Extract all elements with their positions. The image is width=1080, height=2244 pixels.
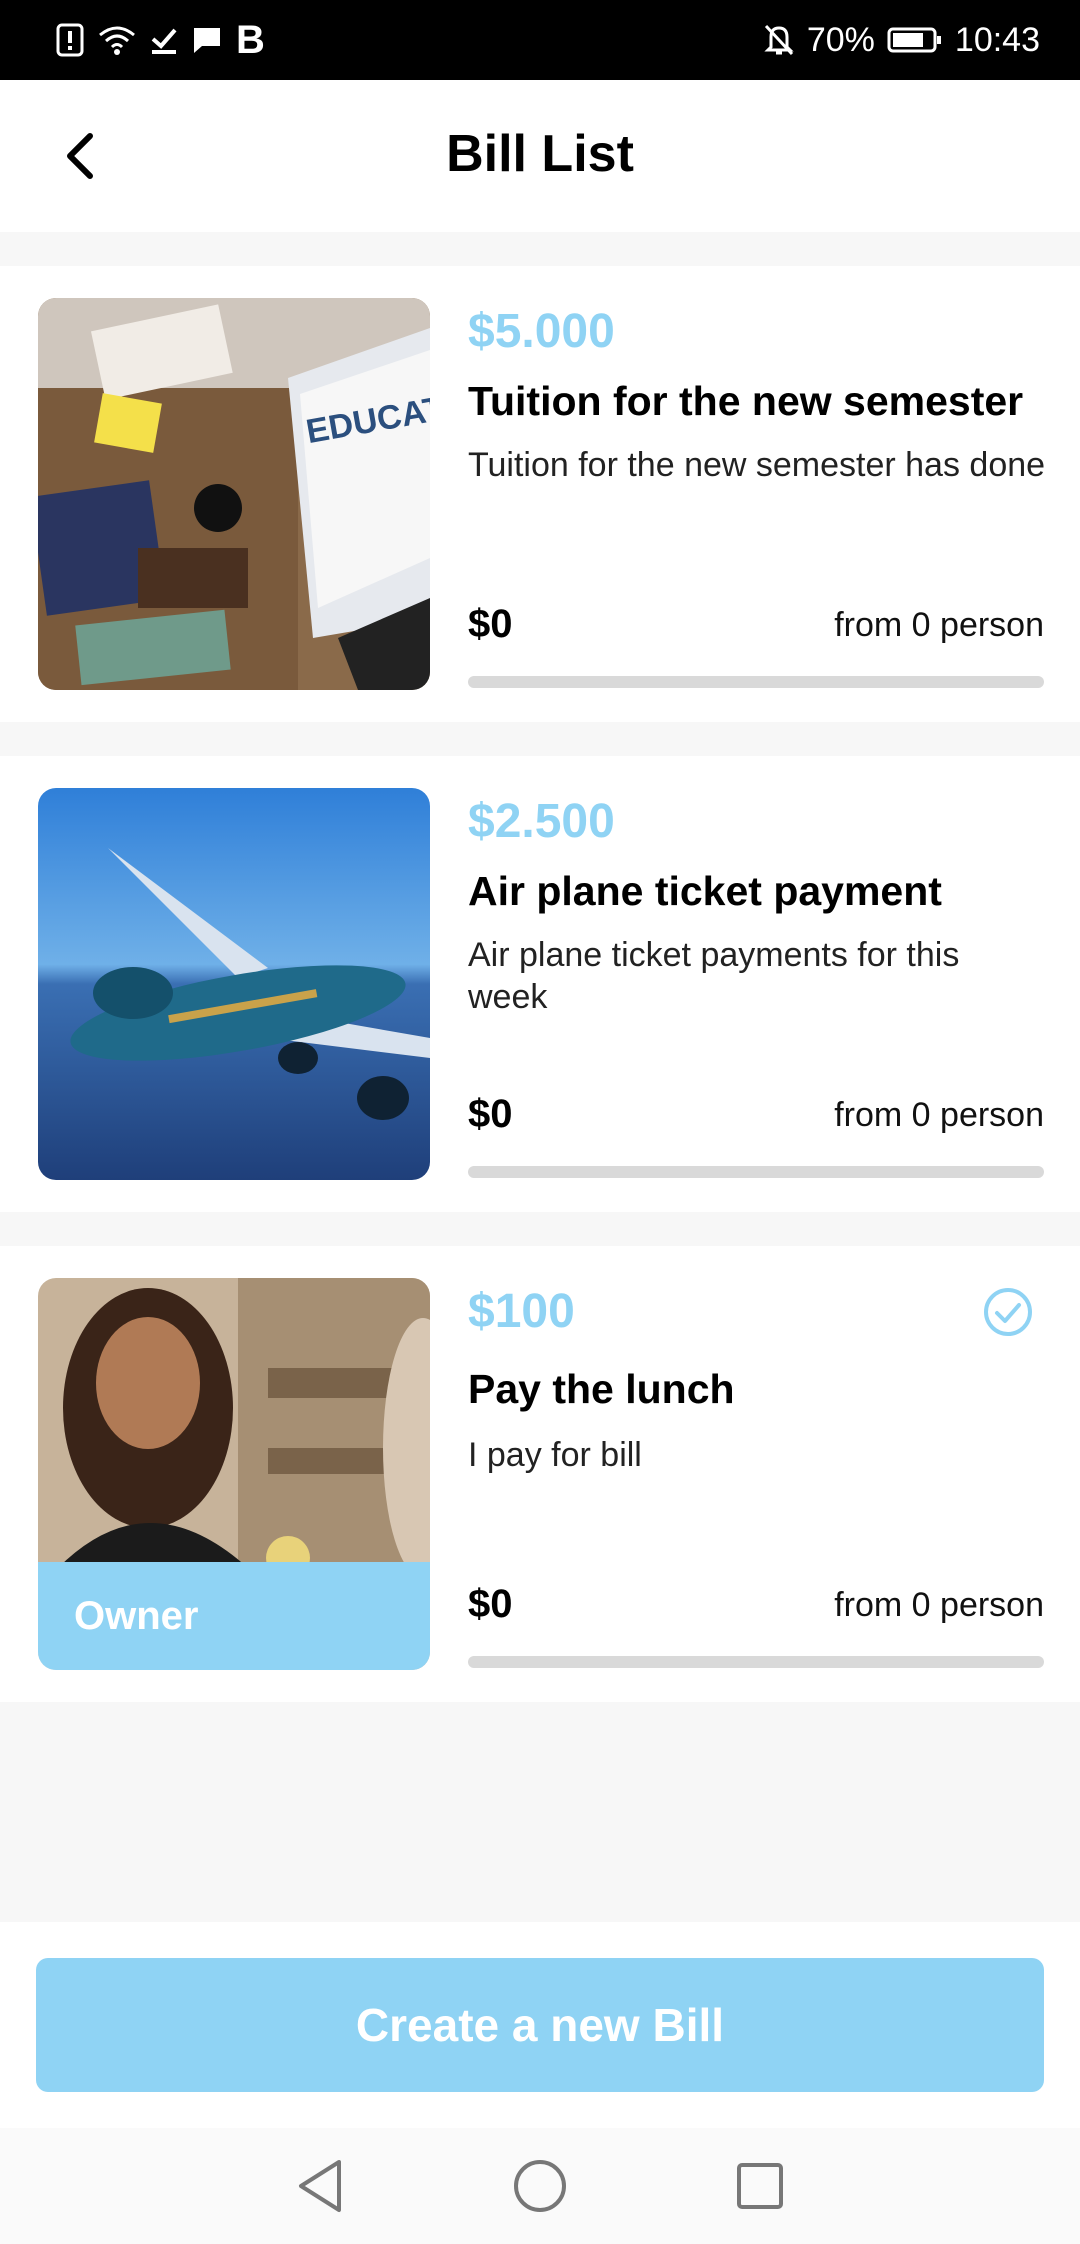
nav-recents-button[interactable] (725, 2151, 795, 2221)
status-icons-left: B (56, 18, 265, 63)
system-nav-bar (0, 2128, 1080, 2244)
wifi-icon (98, 25, 136, 55)
bill-progress-bar (468, 1656, 1044, 1668)
bill-image-lunch: Owner (38, 1278, 430, 1670)
bill-image-airplane (38, 788, 430, 1180)
bill-description: Air plane ticket payments for this week (468, 936, 960, 1016)
bill-title: Tuition for the new semester (468, 378, 1024, 424)
bill-contributors: from 0 person (834, 1096, 1044, 1134)
bill-contributors: from 0 person (834, 1586, 1044, 1624)
clock: 10:43 (954, 20, 1040, 59)
bill-image-education: EDUCAT (38, 298, 430, 690)
nav-home-button[interactable] (505, 2151, 575, 2221)
owner-badge: Owner (38, 1562, 430, 1670)
triangle-back-icon (299, 2160, 341, 2212)
bill-card-airplane[interactable]: $2.500 Air plane ticket payment Air plan… (0, 756, 1080, 1212)
bill-progress-bar (468, 676, 1044, 688)
bill-amount: $100 (468, 1285, 575, 1338)
bill-paid-amount: $0 (468, 1092, 513, 1136)
bill-amount: $5.000 (468, 305, 615, 358)
square-recents-icon (737, 2163, 783, 2209)
battery-icon (887, 26, 943, 54)
bill-title: Air plane ticket payment (468, 868, 942, 914)
bill-paid-amount: $0 (468, 602, 513, 646)
download-done-icon (150, 25, 178, 55)
app-header: Bill List (0, 80, 1080, 232)
battery-percent: 70% (806, 20, 875, 59)
nav-back-button[interactable] (285, 2151, 355, 2221)
bill-description: I pay for bill (468, 1436, 642, 1474)
check-circle-icon (984, 1288, 1032, 1336)
status-bar: B 70% 10:43 (0, 0, 1080, 80)
bill-description: Tuition for the new semester has done (468, 446, 1046, 484)
bill-paid-amount: $0 (468, 1582, 513, 1626)
bottom-action-area: Create a new Bill (0, 1922, 1080, 2128)
sim-alert-icon (56, 23, 84, 57)
bill-title: Pay the lunch (468, 1366, 735, 1412)
bill-card-lunch[interactable]: Owner $100 Pay the lunch I pay for bill … (0, 1246, 1080, 1702)
page-title: Bill List (446, 125, 634, 183)
bill-amount: $2.500 (468, 795, 615, 848)
circle-home-icon (514, 2160, 566, 2212)
notifications-off-icon (763, 23, 795, 57)
bill-contributors: from 0 person (834, 606, 1044, 644)
app-b-icon: B (236, 17, 265, 62)
bill-progress-bar (468, 1166, 1044, 1178)
message-icon (192, 26, 222, 54)
create-bill-button[interactable]: Create a new Bill (36, 1958, 1044, 2092)
bill-card-tuition[interactable]: EDUCAT $5.000 Tuition for the new semest… (0, 266, 1080, 722)
status-icons-right: 70% 10:43 (763, 21, 1040, 60)
